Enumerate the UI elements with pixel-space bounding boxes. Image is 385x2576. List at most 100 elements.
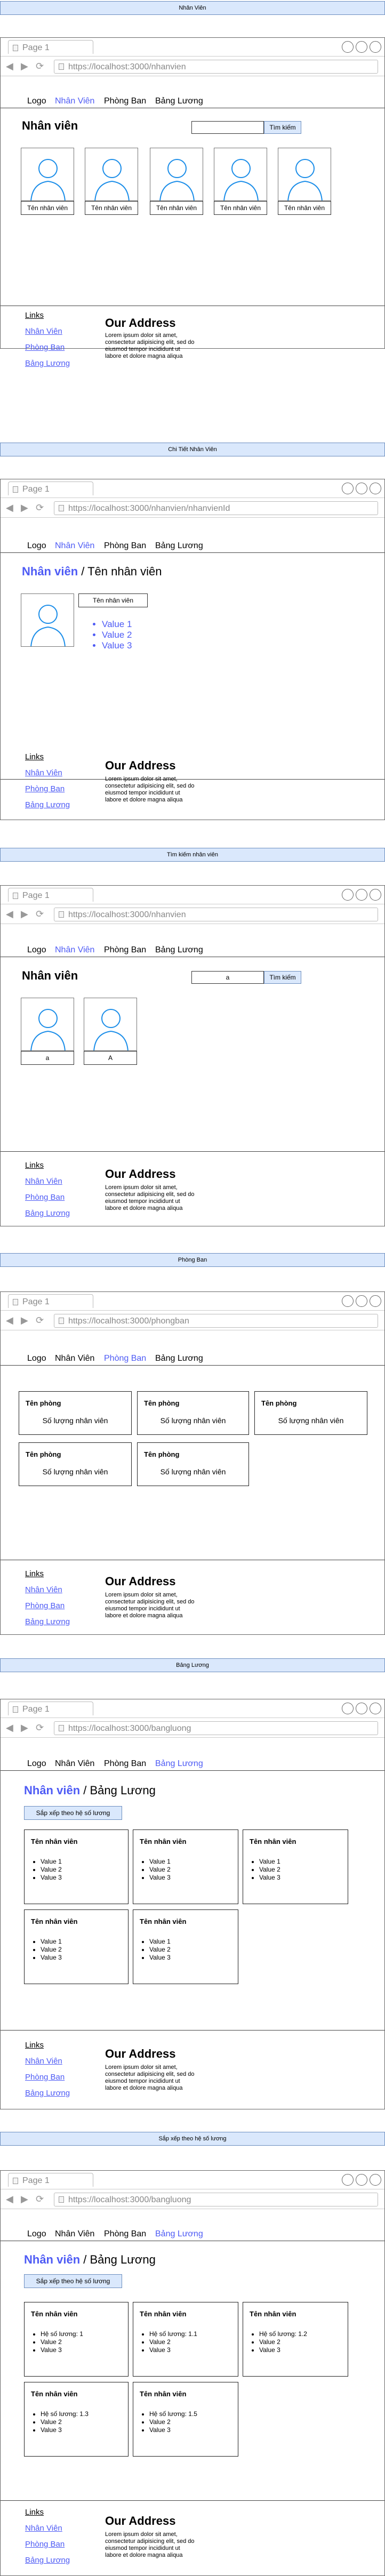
minimize-icon[interactable] xyxy=(342,1295,354,1307)
menu-item-nhanvien[interactable]: Nhân Viên xyxy=(55,1759,94,1769)
footer-link-phongban[interactable]: Phòng Ban xyxy=(25,1601,70,1617)
breadcrumb-nhanvien[interactable]: Nhân viên xyxy=(24,2253,80,2266)
footer-link-nhanvien[interactable]: Nhân Viên xyxy=(25,2524,70,2540)
employee-avatar[interactable] xyxy=(214,148,267,201)
browser-tab[interactable]: Page 1 xyxy=(8,40,93,54)
minimize-icon[interactable] xyxy=(342,1703,354,1714)
employee-avatar[interactable] xyxy=(85,148,138,201)
back-icon[interactable]: ◀ xyxy=(6,2194,13,2204)
url-input[interactable]: https://localhost:3000/nhanvien/nhanvien… xyxy=(54,501,378,515)
maximize-icon[interactable] xyxy=(356,483,367,494)
footer-link-phongban[interactable]: Phòng Ban xyxy=(25,784,70,800)
menu-item-nhanvien[interactable]: Nhân Viên xyxy=(55,2229,94,2239)
salary-card[interactable]: Tên nhân viên Value 1Value 2Value 3 xyxy=(24,1829,129,1904)
logo[interactable]: Logo xyxy=(27,2229,46,2239)
employee-name[interactable]: Tên nhân viên xyxy=(150,201,203,215)
close-icon[interactable] xyxy=(370,1295,381,1307)
department-card[interactable]: Tên phòng Số lượng nhân viên xyxy=(19,1442,132,1486)
close-icon[interactable] xyxy=(370,1703,381,1714)
employee-name[interactable]: Tên nhân viên xyxy=(85,201,138,215)
back-icon[interactable]: ◀ xyxy=(6,1723,13,1732)
back-icon[interactable]: ◀ xyxy=(6,61,13,71)
reload-icon[interactable]: ⟳ xyxy=(36,909,44,919)
back-icon[interactable]: ◀ xyxy=(6,909,13,919)
employee-name[interactable]: Tên nhân viên xyxy=(21,201,74,215)
footer-link-phongban[interactable]: Phòng Ban xyxy=(25,343,70,359)
footer-link-nhanvien[interactable]: Nhân Viên xyxy=(25,2057,70,2073)
maximize-icon[interactable] xyxy=(356,2174,367,2186)
minimize-icon[interactable] xyxy=(342,2174,354,2186)
menu-item-bangluong[interactable]: Bảng Lương xyxy=(155,2229,203,2239)
menu-item-phongban[interactable]: Phòng Ban xyxy=(104,945,146,955)
sort-by-coefficient-button[interactable]: Sắp xếp theo hệ số lương xyxy=(24,1806,122,1820)
menu-item-nhanvien[interactable]: Nhân Viên xyxy=(55,541,94,551)
salary-card[interactable]: Tên nhân viên Hệ số lương: 1.2Value 2Valu… xyxy=(243,2302,348,2377)
salary-card[interactable]: Tên nhân viên Hệ số lương: 1.5Value 2Valu… xyxy=(133,2382,238,2457)
employee-avatar[interactable] xyxy=(84,998,137,1051)
close-icon[interactable] xyxy=(370,889,381,901)
menu-item-phongban[interactable]: Phòng Ban xyxy=(104,2229,146,2239)
menu-item-bangluong[interactable]: Bảng Lương xyxy=(155,1759,203,1769)
department-card[interactable]: Tên phòng Số lượng nhân viên xyxy=(254,1391,367,1435)
footer-link-bangluong[interactable]: Bảng Lương xyxy=(25,1209,70,1225)
minimize-icon[interactable] xyxy=(342,483,354,494)
menu-item-bangluong[interactable]: Bảng Lương xyxy=(155,97,203,106)
maximize-icon[interactable] xyxy=(356,1703,367,1714)
breadcrumb-nhanvien[interactable]: Nhân viên xyxy=(22,565,78,578)
employee-name[interactable]: A xyxy=(84,1051,137,1065)
logo[interactable]: Logo xyxy=(27,1354,46,1363)
department-card[interactable]: Tên phòng Số lượng nhân viên xyxy=(137,1442,249,1486)
salary-card[interactable]: Tên nhân viên Value 1Value 2Value 3 xyxy=(24,1909,129,1984)
salary-card[interactable]: Tên nhân viên Hệ số lương: 1.3Value 2Valu… xyxy=(24,2382,129,2457)
menu-item-bangluong[interactable]: Bảng Lương xyxy=(155,541,203,551)
url-input[interactable]: https://localhost:3000/bangluong xyxy=(54,2193,378,2206)
salary-card[interactable]: Tên nhân viên Value 1Value 2Value 3 xyxy=(133,1909,238,1984)
browser-tab[interactable]: Page 1 xyxy=(8,1702,93,1715)
forward-icon[interactable]: ▶ xyxy=(21,2194,28,2204)
menu-item-phongban[interactable]: Phòng Ban xyxy=(104,1759,146,1769)
back-icon[interactable]: ◀ xyxy=(6,1315,13,1325)
employee-avatar[interactable] xyxy=(278,148,331,201)
department-card[interactable]: Tên phòng Số lượng nhân viên xyxy=(19,1391,132,1435)
reload-icon[interactable]: ⟳ xyxy=(36,503,44,512)
menu-item-nhanvien[interactable]: Nhân Viên xyxy=(55,945,94,955)
forward-icon[interactable]: ▶ xyxy=(21,1723,28,1732)
search-button[interactable]: Tìm kiếm xyxy=(264,121,301,134)
back-icon[interactable]: ◀ xyxy=(6,503,13,512)
close-icon[interactable] xyxy=(370,41,381,53)
footer-link-bangluong[interactable]: Bảng Lương xyxy=(25,2089,70,2105)
close-icon[interactable] xyxy=(370,2174,381,2186)
menu-item-bangluong[interactable]: Bảng Lương xyxy=(155,945,203,955)
sort-by-coefficient-button[interactable]: Sắp xếp theo hệ số lương xyxy=(24,2274,122,2288)
browser-tab[interactable]: Page 1 xyxy=(8,1294,93,1308)
logo[interactable]: Logo xyxy=(27,945,46,955)
menu-item-phongban[interactable]: Phòng Ban xyxy=(104,541,146,551)
forward-icon[interactable]: ▶ xyxy=(21,503,28,512)
browser-tab[interactable]: Page 1 xyxy=(8,482,93,495)
footer-link-bangluong[interactable]: Bảng Lương xyxy=(25,2556,70,2572)
footer-link-phongban[interactable]: Phòng Ban xyxy=(25,2540,70,2556)
reload-icon[interactable]: ⟳ xyxy=(36,61,44,71)
url-input[interactable]: https://localhost:3000/nhanvien xyxy=(54,908,378,921)
department-card[interactable]: Tên phòng Số lượng nhân viên xyxy=(137,1391,249,1435)
logo[interactable]: Logo xyxy=(27,1759,46,1769)
salary-card[interactable]: Tên nhân viên Hệ số lương: 1Value 2Value … xyxy=(24,2302,129,2377)
reload-icon[interactable]: ⟳ xyxy=(36,2194,44,2204)
footer-link-bangluong[interactable]: Bảng Lương xyxy=(25,359,70,375)
employee-name[interactable]: Tên nhân viên xyxy=(214,201,267,215)
maximize-icon[interactable] xyxy=(356,1295,367,1307)
minimize-icon[interactable] xyxy=(342,41,354,53)
reload-icon[interactable]: ⟳ xyxy=(36,1315,44,1325)
logo[interactable]: Logo xyxy=(27,97,46,106)
footer-link-nhanvien[interactable]: Nhân Viên xyxy=(25,768,70,784)
menu-item-bangluong[interactable]: Bảng Lương xyxy=(155,1354,203,1363)
minimize-icon[interactable] xyxy=(342,889,354,901)
menu-item-nhanvien[interactable]: Nhân Viên xyxy=(55,97,94,106)
maximize-icon[interactable] xyxy=(356,889,367,901)
forward-icon[interactable]: ▶ xyxy=(21,1315,28,1325)
footer-link-phongban[interactable]: Phòng Ban xyxy=(25,1193,70,1209)
menu-item-phongban[interactable]: Phòng Ban xyxy=(104,97,146,106)
maximize-icon[interactable] xyxy=(356,41,367,53)
url-input[interactable]: https://localhost:3000/nhanvien xyxy=(54,60,378,74)
browser-tab[interactable]: Page 1 xyxy=(8,2173,93,2187)
